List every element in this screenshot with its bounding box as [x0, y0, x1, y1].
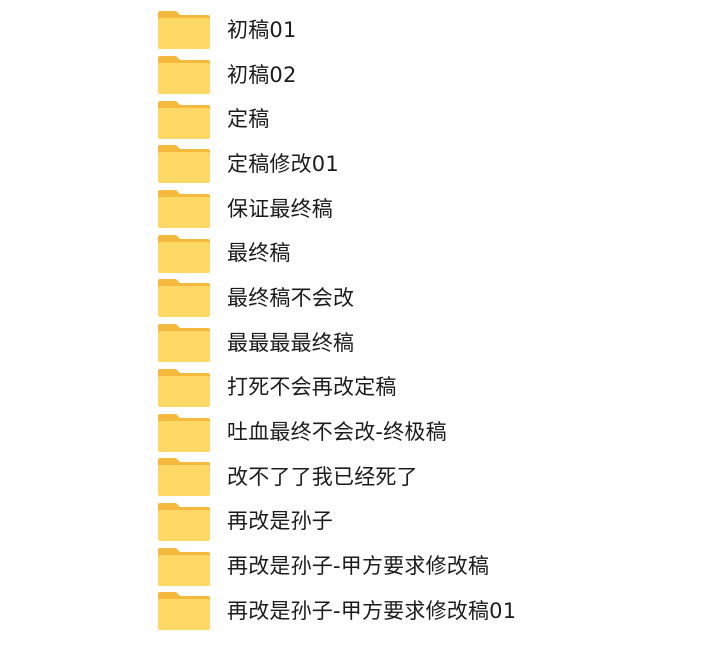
folder-item[interactable]: 定稿修改01: [156, 142, 516, 187]
folder-icon: [158, 11, 210, 50]
folder-item[interactable]: 初稿02: [156, 53, 516, 98]
folder-item[interactable]: 再改是孙子-甲方要求修改稿: [156, 544, 516, 589]
folder-item[interactable]: 初稿01: [156, 8, 516, 53]
folder-icon: [158, 100, 210, 139]
folder-item[interactable]: 再改是孙子: [156, 500, 516, 545]
folder-label: 再改是孙子: [227, 509, 333, 534]
folder-icon: [158, 368, 210, 407]
folder-label: 定稿修改01: [227, 151, 339, 176]
folder-list: 初稿01 初稿02 定稿 定稿修改01 保证最终稿 最终稿 最终稿不会改 最最最…: [156, 8, 516, 634]
folder-item[interactable]: 最终稿: [156, 231, 516, 276]
folder-label: 定稿: [227, 107, 270, 132]
folder-icon: [158, 324, 210, 363]
folder-icon: [158, 145, 210, 184]
folder-icon: [158, 502, 210, 541]
folder-item[interactable]: 定稿: [156, 97, 516, 142]
folder-icon: [158, 279, 210, 318]
folder-icon: [158, 458, 210, 497]
folder-label: 再改是孙子-甲方要求修改稿: [227, 554, 490, 579]
folder-item[interactable]: 吐血最终不会改-终极稿: [156, 410, 516, 455]
folder-label: 最终稿: [227, 241, 291, 266]
folder-label: 打死不会再改定稿: [227, 375, 397, 400]
folder-item[interactable]: 最最最最终稿: [156, 321, 516, 366]
folder-label: 最终稿不会改: [227, 285, 355, 310]
folder-label: 再改是孙子-甲方要求修改稿01: [227, 598, 517, 623]
folder-item[interactable]: 保证最终稿: [156, 187, 516, 232]
folder-item[interactable]: 最终稿不会改: [156, 276, 516, 321]
folder-icon: [158, 592, 210, 631]
folder-label: 改不了了我已经死了: [227, 464, 418, 489]
folder-icon: [158, 413, 210, 452]
folder-item[interactable]: 打死不会再改定稿: [156, 366, 516, 411]
folder-label: 最最最最终稿: [227, 330, 355, 355]
folder-item[interactable]: 再改是孙子-甲方要求修改稿01: [156, 589, 516, 634]
folder-icon: [158, 547, 210, 586]
folder-label: 保证最终稿: [227, 196, 333, 221]
folder-item[interactable]: 改不了了我已经死了: [156, 455, 516, 500]
folder-label: 初稿02: [227, 62, 297, 87]
folder-icon: [158, 56, 210, 95]
folder-label: 吐血最终不会改-终极稿: [227, 420, 447, 445]
folder-label: 初稿01: [227, 17, 297, 42]
folder-icon: [158, 234, 210, 273]
folder-icon: [158, 190, 210, 229]
